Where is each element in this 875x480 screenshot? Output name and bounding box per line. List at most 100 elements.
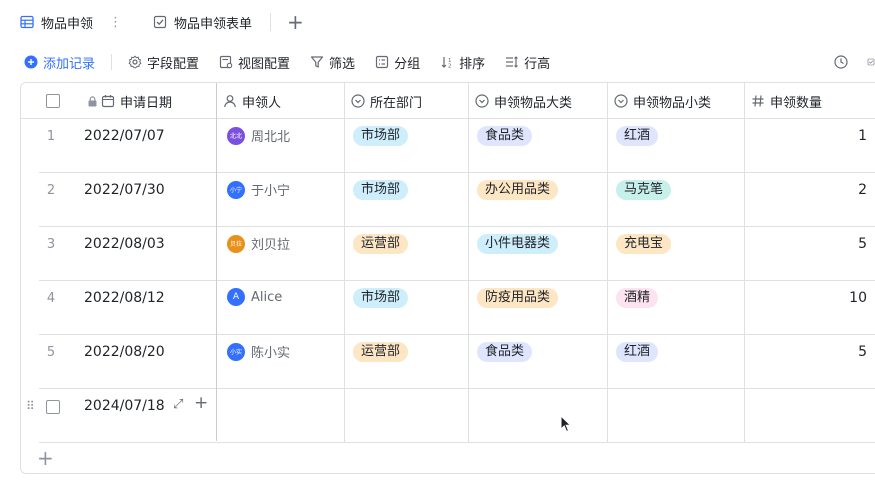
tab-grid-view[interactable]: 物品申领 bbox=[0, 0, 93, 44]
expand-record-icon[interactable]: ⤢ bbox=[173, 397, 183, 412]
person-icon bbox=[223, 94, 237, 108]
cell-quantity[interactable]: 1 bbox=[745, 119, 875, 173]
dept-tag: 市场部 bbox=[353, 288, 409, 308]
category-tag: 办公用品类 bbox=[477, 180, 559, 200]
toolbar-divider bbox=[111, 54, 113, 70]
cell-person[interactable]: 北北 周北北 bbox=[217, 119, 345, 173]
cell-quantity[interactable]: 5 bbox=[745, 227, 875, 281]
tab-divider bbox=[270, 13, 272, 31]
cell-dept[interactable]: 市场部 bbox=[345, 281, 469, 335]
toolbar: 添加记录 字段配置 视图配置 筛选 分组 12 排序 行高 bbox=[0, 44, 875, 80]
cell-subcategory[interactable]: 酒精 bbox=[608, 281, 745, 335]
cell-subcategory[interactable] bbox=[608, 389, 745, 443]
drag-handle-icon[interactable]: ⠿ bbox=[26, 399, 35, 413]
column-header-subcategory[interactable]: 申领物品小类 bbox=[608, 83, 745, 119]
row-height-button[interactable]: 行高 bbox=[505, 53, 550, 72]
cell-subcategory[interactable]: 马克笔 bbox=[608, 173, 745, 227]
single-select-icon bbox=[614, 94, 628, 108]
avatar: 小实 bbox=[227, 342, 245, 361]
view-tab-bar: 物品申领 ⋮ 物品申领表单 + bbox=[0, 0, 875, 44]
table-row[interactable]: 4 2022/08/12 A Alice 市场部 防疫用品类 酒精 10 bbox=[21, 281, 875, 335]
frozen-column-divider bbox=[216, 83, 217, 441]
cell-person[interactable]: A Alice bbox=[217, 281, 345, 335]
cell-date[interactable]: 2022/07/30 bbox=[84, 182, 165, 198]
column-header-person[interactable]: 申领人 bbox=[217, 83, 345, 119]
cell-date[interactable]: 2022/08/20 bbox=[84, 344, 165, 360]
cell-date[interactable]: 2024/07/18 bbox=[84, 398, 165, 414]
cell-category[interactable]: 食品类 bbox=[469, 335, 608, 389]
calendar-icon bbox=[101, 94, 115, 108]
cell-quantity[interactable]: 2 bbox=[745, 173, 875, 227]
cell-subcategory[interactable]: 充电宝 bbox=[608, 227, 745, 281]
cell-date[interactable]: 2022/07/07 bbox=[84, 128, 165, 144]
cell-category[interactable]: 食品类 bbox=[469, 119, 608, 173]
add-view-icon[interactable]: + bbox=[287, 12, 304, 32]
cell-quantity[interactable]: 5 bbox=[745, 335, 875, 389]
field-config-button[interactable]: 字段配置 bbox=[128, 53, 199, 72]
filter-button[interactable]: 筛选 bbox=[310, 53, 355, 72]
cell-category[interactable]: 防疫用品类 bbox=[469, 281, 608, 335]
table-row[interactable]: 5 2022/08/20 小实 陈小实 运营部 食品类 红酒 5 bbox=[21, 335, 875, 389]
group-button[interactable]: 分组 bbox=[375, 53, 420, 72]
cell-subcategory[interactable]: 红酒 bbox=[608, 335, 745, 389]
cell-category[interactable]: 小件电器类 bbox=[469, 227, 608, 281]
cell-category[interactable]: 办公用品类 bbox=[469, 173, 608, 227]
toolbar-right bbox=[815, 44, 875, 80]
dept-tag: 运营部 bbox=[353, 234, 409, 254]
view-config-button[interactable]: 视图配置 bbox=[219, 53, 290, 72]
tab-more-icon[interactable]: ⋮ bbox=[109, 15, 122, 30]
group-list-icon bbox=[375, 55, 389, 69]
row-checkbox[interactable] bbox=[46, 400, 60, 414]
cell-person[interactable]: 小实 陈小实 bbox=[217, 335, 345, 389]
plus-circle-icon bbox=[24, 55, 38, 69]
cell-person[interactable]: 小宁 于小宁 bbox=[217, 173, 345, 227]
avatar: 北北 bbox=[227, 126, 245, 145]
cell-dept[interactable]: 运营部 bbox=[345, 227, 469, 281]
gear-icon bbox=[128, 55, 142, 69]
column-header-quantity[interactable]: 申领数量 bbox=[745, 83, 875, 119]
column-header-dept[interactable]: 所在部门 bbox=[345, 83, 469, 119]
lock-icon bbox=[87, 94, 98, 108]
column-header-date[interactable]: 申请日期 bbox=[81, 83, 217, 119]
column-header-category[interactable]: 申领物品大类 bbox=[469, 83, 608, 119]
column-header-category-label: 申领物品大类 bbox=[494, 95, 573, 111]
table-row-new[interactable]: ⠿ 2024/07/18 ⤢ + bbox=[21, 389, 875, 443]
cell-dept[interactable] bbox=[345, 389, 469, 443]
checklist-icon[interactable] bbox=[867, 54, 875, 70]
cell-dept[interactable]: 运营部 bbox=[345, 335, 469, 389]
add-icon[interactable]: + bbox=[194, 393, 208, 413]
cell-subcategory[interactable]: 红酒 bbox=[608, 119, 745, 173]
add-record-button[interactable]: 添加记录 bbox=[24, 53, 95, 72]
table-row[interactable]: 3 2022/08/03 贝拉 刘贝拉 运营部 小件电器类 充电宝 5 bbox=[21, 227, 875, 281]
cell-person[interactable]: 贝拉 刘贝拉 bbox=[217, 227, 345, 281]
row-number: 2 bbox=[46, 183, 56, 198]
cell-quantity[interactable]: 10 bbox=[745, 281, 875, 335]
history-clock-icon[interactable] bbox=[833, 54, 849, 70]
cell-date[interactable]: 2022/08/12 bbox=[84, 290, 165, 306]
row-number: 1 bbox=[46, 129, 56, 144]
cell-quantity[interactable] bbox=[745, 389, 875, 443]
category-tag: 小件电器类 bbox=[477, 234, 559, 254]
field-config-label: 字段配置 bbox=[147, 56, 200, 72]
avatar: 贝拉 bbox=[227, 234, 245, 253]
filter-funnel-icon bbox=[310, 55, 324, 69]
cell-person[interactable] bbox=[217, 389, 345, 443]
tab-grid-view-label: 物品申领 bbox=[41, 16, 94, 32]
sort-button[interactable]: 12 排序 bbox=[440, 53, 485, 72]
table-row[interactable]: 2 2022/07/30 小宁 于小宁 市场部 办公用品类 马克笔 2 bbox=[21, 173, 875, 227]
single-select-icon bbox=[475, 94, 489, 108]
filter-label: 筛选 bbox=[329, 56, 356, 72]
column-header-person-label: 申领人 bbox=[242, 95, 282, 111]
cell-dept[interactable]: 市场部 bbox=[345, 119, 469, 173]
row-divider bbox=[39, 442, 875, 443]
tab-form-view-label: 物品申领表单 bbox=[174, 16, 253, 32]
add-row-icon[interactable]: + bbox=[37, 448, 54, 468]
select-all-checkbox[interactable] bbox=[46, 94, 60, 108]
cell-date[interactable]: 2022/08/03 bbox=[84, 236, 165, 252]
cell-dept[interactable]: 市场部 bbox=[345, 173, 469, 227]
group-label: 分组 bbox=[394, 56, 421, 72]
table-row[interactable]: 1 2022/07/07 北北 周北北 市场部 食品类 红酒 1 bbox=[21, 119, 875, 173]
person-name: 陈小实 bbox=[251, 346, 291, 361]
tab-form-view[interactable]: 物品申领表单 bbox=[143, 0, 252, 44]
cell-category[interactable] bbox=[469, 389, 608, 443]
